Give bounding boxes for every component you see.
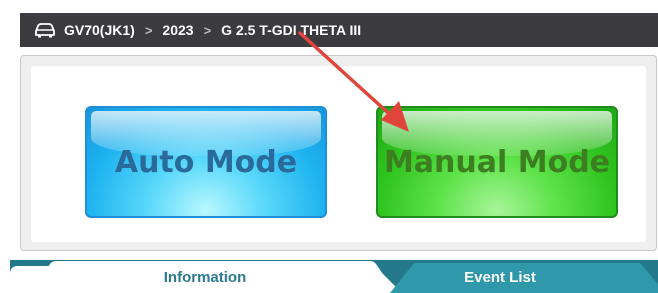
manual-mode-button[interactable]: Manual Mode (376, 106, 618, 218)
mode-selection-area: Auto Mode Manual Mode (31, 66, 646, 242)
top-strip (0, 0, 658, 10)
mode-selection-panel: Auto Mode Manual Mode (20, 55, 657, 251)
manual-mode-label: Manual Mode (383, 144, 611, 180)
breadcrumb-separator: > (203, 22, 212, 38)
breadcrumb-model[interactable]: GV70(JK1) (64, 22, 135, 38)
breadcrumb: GV70(JK1) > 2023 > G 2.5 T-GDI THETA III (20, 13, 658, 47)
breadcrumb-separator: > (144, 22, 153, 38)
tab-bar: Information Event List (10, 260, 658, 293)
breadcrumb-engine[interactable]: G 2.5 T-GDI THETA III (221, 22, 361, 38)
tab-event-list[interactable]: Event List (420, 269, 580, 286)
auto-mode-button[interactable]: Auto Mode (85, 106, 327, 218)
tab-information[interactable]: Information (140, 269, 270, 286)
auto-mode-label: Auto Mode (114, 144, 298, 180)
car-icon (35, 23, 55, 38)
breadcrumb-year[interactable]: 2023 (162, 22, 193, 38)
